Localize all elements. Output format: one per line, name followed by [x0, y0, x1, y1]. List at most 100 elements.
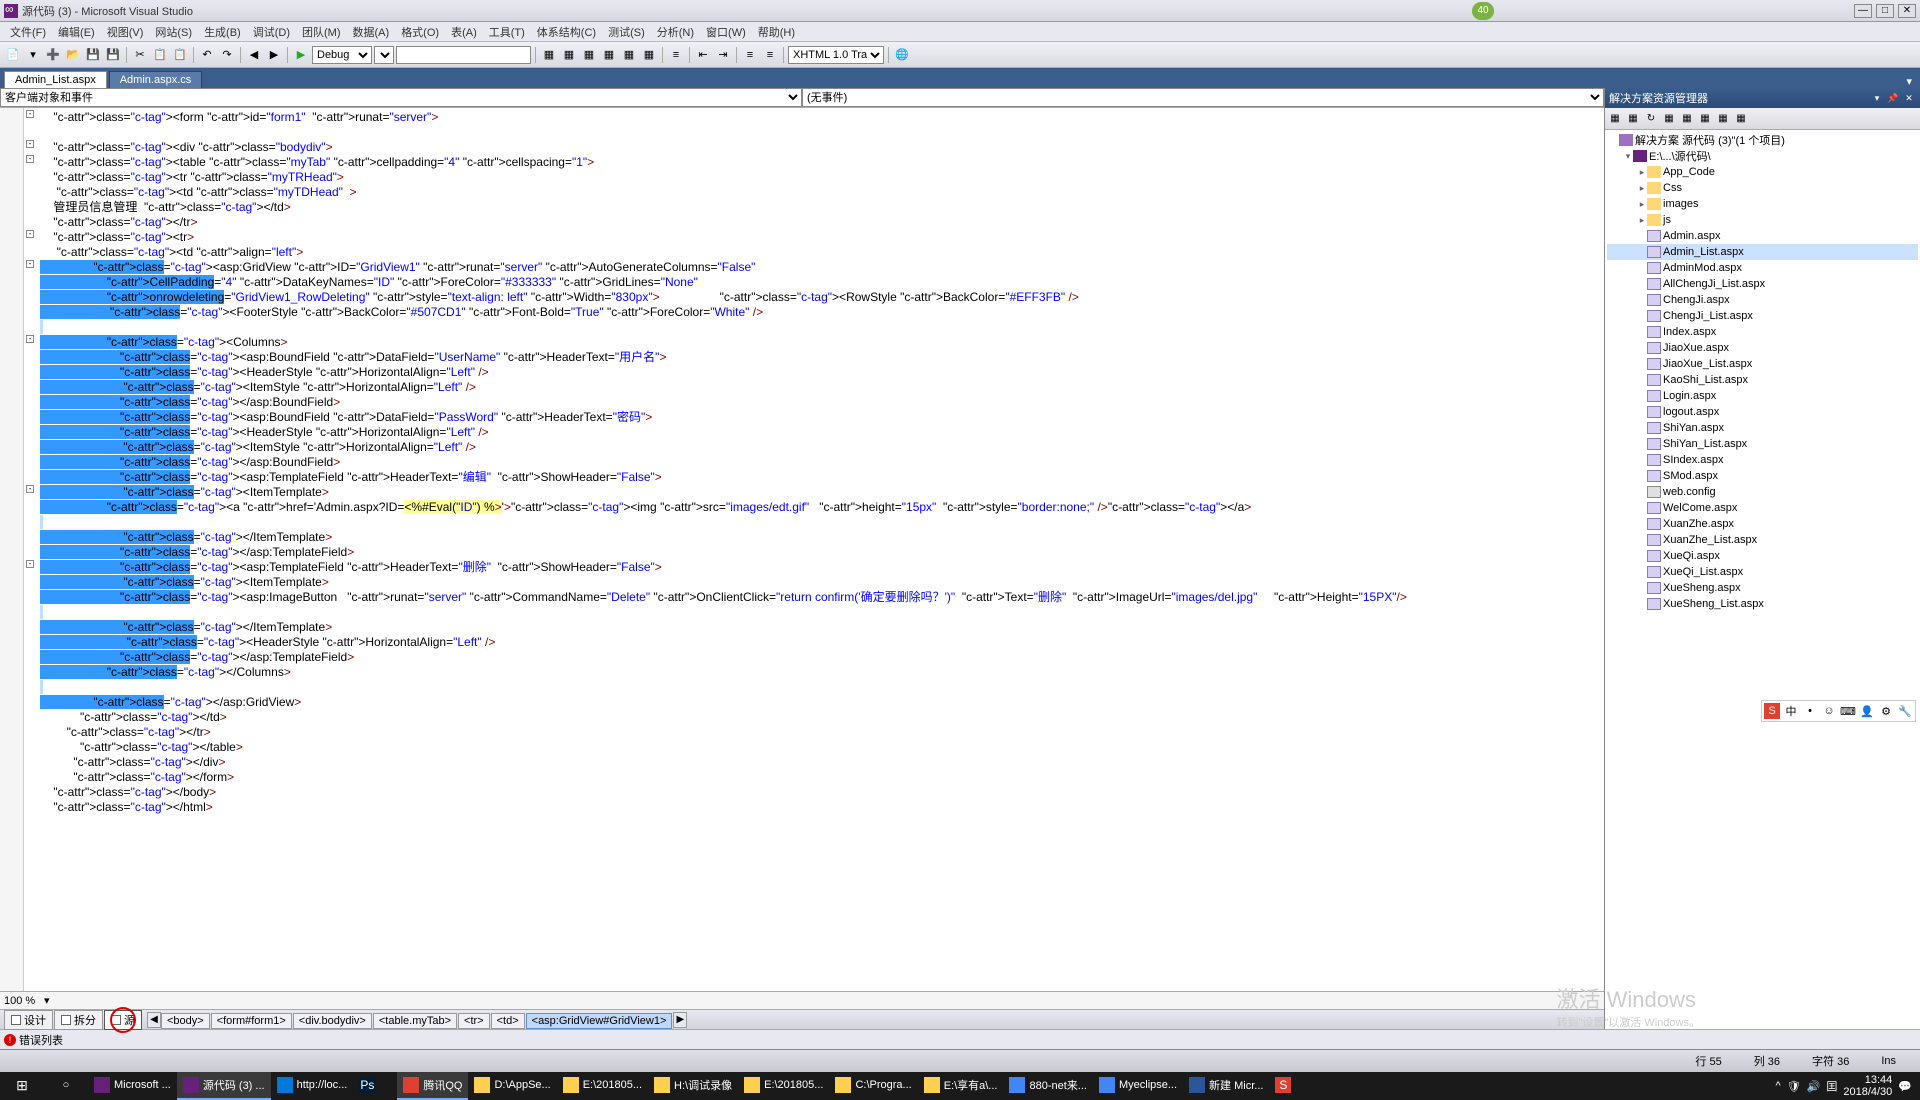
start-button[interactable]: ⊞	[0, 1072, 44, 1100]
panel-close-icon[interactable]: ✕	[1902, 92, 1916, 104]
taskbar-app[interactable]: C:\Progra...	[829, 1072, 917, 1100]
tree-node[interactable]: Admin_List.aspx	[1607, 244, 1918, 260]
outline-gutter[interactable]: --------	[24, 108, 36, 991]
tree-node[interactable]: KaoShi_List.aspx	[1607, 372, 1918, 388]
save-all-icon[interactable]: 💾	[104, 46, 122, 64]
breadcrumb-item[interactable]: <asp:GridView#GridView1>	[526, 1013, 673, 1029]
breadcrumb-item[interactable]: <body>	[161, 1013, 210, 1029]
ime-tool-icon[interactable]: 🔧	[1897, 703, 1913, 719]
dropdown-icon[interactable]: ▾	[24, 46, 42, 64]
minimize-button[interactable]: —	[1854, 4, 1872, 18]
menu-item[interactable]: 格式(O)	[395, 22, 445, 42]
tree-node[interactable]: AdminMod.aspx	[1607, 260, 1918, 276]
tray-volume-icon[interactable]: 🔊	[1807, 1080, 1821, 1093]
tree-node[interactable]: XuanZhe.aspx	[1607, 516, 1918, 532]
view-designer-icon[interactable]: ▦	[1697, 111, 1713, 127]
menu-item[interactable]: 窗口(W)	[700, 22, 752, 42]
taskbar-app[interactable]: Ps	[353, 1072, 397, 1100]
ime-person-icon[interactable]: 👤	[1859, 703, 1875, 719]
tb-icon-4[interactable]: ▦	[600, 46, 618, 64]
tree-node[interactable]: WelCome.aspx	[1607, 500, 1918, 516]
tab-admin-cs[interactable]: Admin.aspx.cs	[109, 71, 203, 88]
nav-back-icon[interactable]: ◀	[245, 46, 263, 64]
ime-settings-icon[interactable]: ⚙	[1878, 703, 1894, 719]
panel-pin-icon[interactable]: 📌	[1886, 92, 1900, 104]
tree-node[interactable]: web.config	[1607, 484, 1918, 500]
breadcrumb-item[interactable]: <form#form1>	[211, 1013, 292, 1029]
tb-icon-6[interactable]: ▦	[640, 46, 658, 64]
taskbar-app[interactable]: D:\AppSe...	[468, 1072, 556, 1100]
breadcrumb-item[interactable]: <table.myTab>	[373, 1013, 457, 1029]
bc-prev-icon[interactable]: ◀	[147, 1012, 161, 1028]
bc-next-icon[interactable]: ▶	[673, 1012, 687, 1028]
breadcrumb-item[interactable]: <td>	[491, 1013, 525, 1029]
properties-icon[interactable]: ▦	[1607, 111, 1623, 127]
panel-dropdown-icon[interactable]: ▾	[1870, 92, 1884, 104]
tree-node[interactable]: ▾E:\...\源代码\	[1607, 148, 1918, 164]
maximize-button[interactable]: □	[1876, 4, 1894, 18]
tree-node[interactable]: Login.aspx	[1607, 388, 1918, 404]
indent-icon[interactable]: ⇥	[714, 46, 732, 64]
undo-icon[interactable]: ↶	[198, 46, 216, 64]
tree-node[interactable]: XueQi.aspx	[1607, 548, 1918, 564]
menu-item[interactable]: 分析(N)	[651, 22, 700, 42]
ime-emoji-icon[interactable]: ☺	[1821, 703, 1837, 719]
view-code-icon[interactable]: ▦	[1679, 111, 1695, 127]
menu-item[interactable]: 调试(D)	[247, 22, 296, 42]
tree-node[interactable]: 解决方案 源代码 (3)"(1 个项目)	[1607, 132, 1918, 148]
comment-icon[interactable]: ≡	[667, 46, 685, 64]
tree-node[interactable]: ChengJi_List.aspx	[1607, 308, 1918, 324]
ime-toolbar[interactable]: S 中 • ☺ ⌨ 👤 ⚙ 🔧	[1761, 700, 1916, 722]
tree-node[interactable]: XuanZhe_List.aspx	[1607, 532, 1918, 548]
taskbar-app[interactable]: 880-net来...	[1003, 1072, 1092, 1100]
menu-item[interactable]: 文件(F)	[4, 22, 52, 42]
event-dropdown[interactable]: (无事件)	[802, 88, 1604, 107]
nest-icon[interactable]: ▦	[1661, 111, 1677, 127]
tree-node[interactable]: JiaoXue_List.aspx	[1607, 356, 1918, 372]
nav-forward-icon[interactable]: ▶	[265, 46, 283, 64]
breadcrumb-item[interactable]: <tr>	[458, 1013, 490, 1029]
menu-item[interactable]: 帮助(H)	[752, 22, 801, 42]
taskbar-app[interactable]: 腾讯QQ	[397, 1072, 468, 1100]
find-combo[interactable]	[396, 46, 531, 64]
sogou-icon[interactable]: S	[1764, 703, 1780, 719]
taskbar-app[interactable]: 新建 Micr...	[1183, 1072, 1269, 1100]
config-dropdown[interactable]: Debug	[312, 46, 372, 64]
menu-item[interactable]: 测试(S)	[602, 22, 651, 42]
tree-node[interactable]: ▸images	[1607, 196, 1918, 212]
split-tab[interactable]: 拆分	[54, 1010, 103, 1030]
tb-icon-3[interactable]: ▦	[580, 46, 598, 64]
source-tab[interactable]: 源	[104, 1010, 142, 1030]
taskbar-app[interactable]: E:\201805...	[738, 1072, 829, 1100]
platform-dropdown[interactable]	[374, 46, 394, 64]
tab-admin-list[interactable]: Admin_List.aspx	[4, 71, 107, 88]
tree-node[interactable]: ▸App_Code	[1607, 164, 1918, 180]
tree-node[interactable]: ShiYan.aspx	[1607, 420, 1918, 436]
menu-item[interactable]: 体系结构(C)	[531, 22, 602, 42]
tabs-dropdown-icon[interactable]: ▾	[1902, 75, 1916, 88]
menu-item[interactable]: 视图(V)	[101, 22, 150, 42]
ime-punct-icon[interactable]: •	[1802, 703, 1818, 719]
tb-icon-1[interactable]: ▦	[540, 46, 558, 64]
tree-node[interactable]: ShiYan_List.aspx	[1607, 436, 1918, 452]
code-editor[interactable]: -------- "c-attr">class="c-tag"><form "c…	[0, 108, 1604, 991]
browser-icon[interactable]: 🌐	[893, 46, 911, 64]
redo-icon[interactable]: ↷	[218, 46, 236, 64]
object-dropdown[interactable]: 客户端对象和事件	[0, 88, 802, 107]
tree-node[interactable]: AllChengJi_List.aspx	[1607, 276, 1918, 292]
config-icon[interactable]: ▦	[1733, 111, 1749, 127]
menu-item[interactable]: 生成(B)	[198, 22, 247, 42]
breadcrumb-item[interactable]: <div.bodydiv>	[293, 1013, 372, 1029]
design-tab[interactable]: 设计	[4, 1010, 53, 1030]
format2-icon[interactable]: ≡	[761, 46, 779, 64]
tray-ime-icon[interactable]: 囯	[1826, 1078, 1837, 1094]
tb-icon-5[interactable]: ▦	[620, 46, 638, 64]
taskbar-app[interactable]: E:\享有a\...	[918, 1072, 1004, 1100]
notifications-icon[interactable]: 💬	[1898, 1080, 1912, 1093]
zoom-level[interactable]: 100 %	[4, 995, 44, 1007]
open-icon[interactable]: 📂	[64, 46, 82, 64]
tree-node[interactable]: Index.aspx	[1607, 324, 1918, 340]
copy-icon[interactable]: 📋	[151, 46, 169, 64]
new-project-icon[interactable]: 📄	[4, 46, 22, 64]
tree-node[interactable]: Admin.aspx	[1607, 228, 1918, 244]
